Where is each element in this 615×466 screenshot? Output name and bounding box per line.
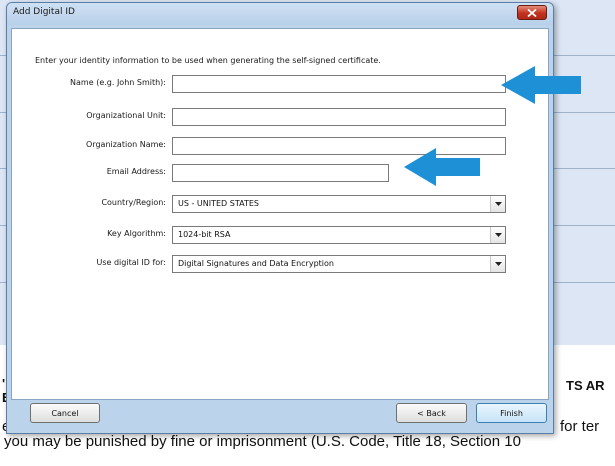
finish-button[interactable]: Finish bbox=[476, 403, 547, 423]
organization-name-label: Organization Name: bbox=[86, 140, 166, 149]
left-arrow-icon bbox=[501, 66, 581, 104]
country-region-label: Country/Region: bbox=[101, 198, 166, 207]
organizational-unit-input[interactable] bbox=[172, 108, 506, 126]
chevron-down-icon[interactable] bbox=[490, 227, 505, 243]
name-label: Name (e.g. John Smith): bbox=[70, 78, 166, 87]
chevron-down-icon[interactable] bbox=[490, 256, 505, 272]
country-region-value: US - UNITED STATES bbox=[178, 199, 259, 208]
key-algorithm-label: Key Algorithm: bbox=[107, 229, 166, 238]
country-region-select[interactable]: US - UNITED STATES bbox=[172, 195, 506, 213]
close-icon bbox=[527, 8, 537, 17]
name-input[interactable] bbox=[172, 75, 506, 93]
use-digital-id-label: Use digital ID for: bbox=[96, 258, 166, 267]
background-text-line: you may be punished by fine or imprisonm… bbox=[4, 433, 521, 450]
chevron-down-icon[interactable] bbox=[490, 196, 505, 212]
close-button[interactable] bbox=[517, 5, 547, 20]
background-text-fragment-right: for ter bbox=[560, 418, 600, 435]
key-algorithm-value: 1024-bit RSA bbox=[178, 230, 231, 239]
left-arrow-icon bbox=[404, 148, 480, 186]
email-address-input[interactable] bbox=[172, 164, 389, 182]
dialog-title: Add Digital ID bbox=[13, 7, 75, 17]
add-digital-id-dialog: Add Digital ID Enter your identity infor… bbox=[6, 2, 554, 434]
dialog-content-panel: Enter your identity information to be us… bbox=[11, 28, 549, 400]
dialog-instructions: Enter your identity information to be us… bbox=[35, 56, 381, 65]
back-button[interactable]: < Back bbox=[396, 403, 467, 423]
use-digital-id-select[interactable]: Digital Signatures and Data Encryption bbox=[172, 255, 506, 273]
key-algorithm-select[interactable]: 1024-bit RSA bbox=[172, 226, 506, 244]
use-digital-id-value: Digital Signatures and Data Encryption bbox=[178, 259, 334, 268]
background-bold-fragment-right: TS AR bbox=[566, 378, 605, 393]
dialog-titlebar[interactable]: Add Digital ID bbox=[7, 3, 553, 25]
email-address-label: Email Address: bbox=[106, 167, 166, 176]
cancel-button[interactable]: Cancel bbox=[30, 403, 100, 423]
organizational-unit-label: Organizational Unit: bbox=[86, 111, 166, 120]
